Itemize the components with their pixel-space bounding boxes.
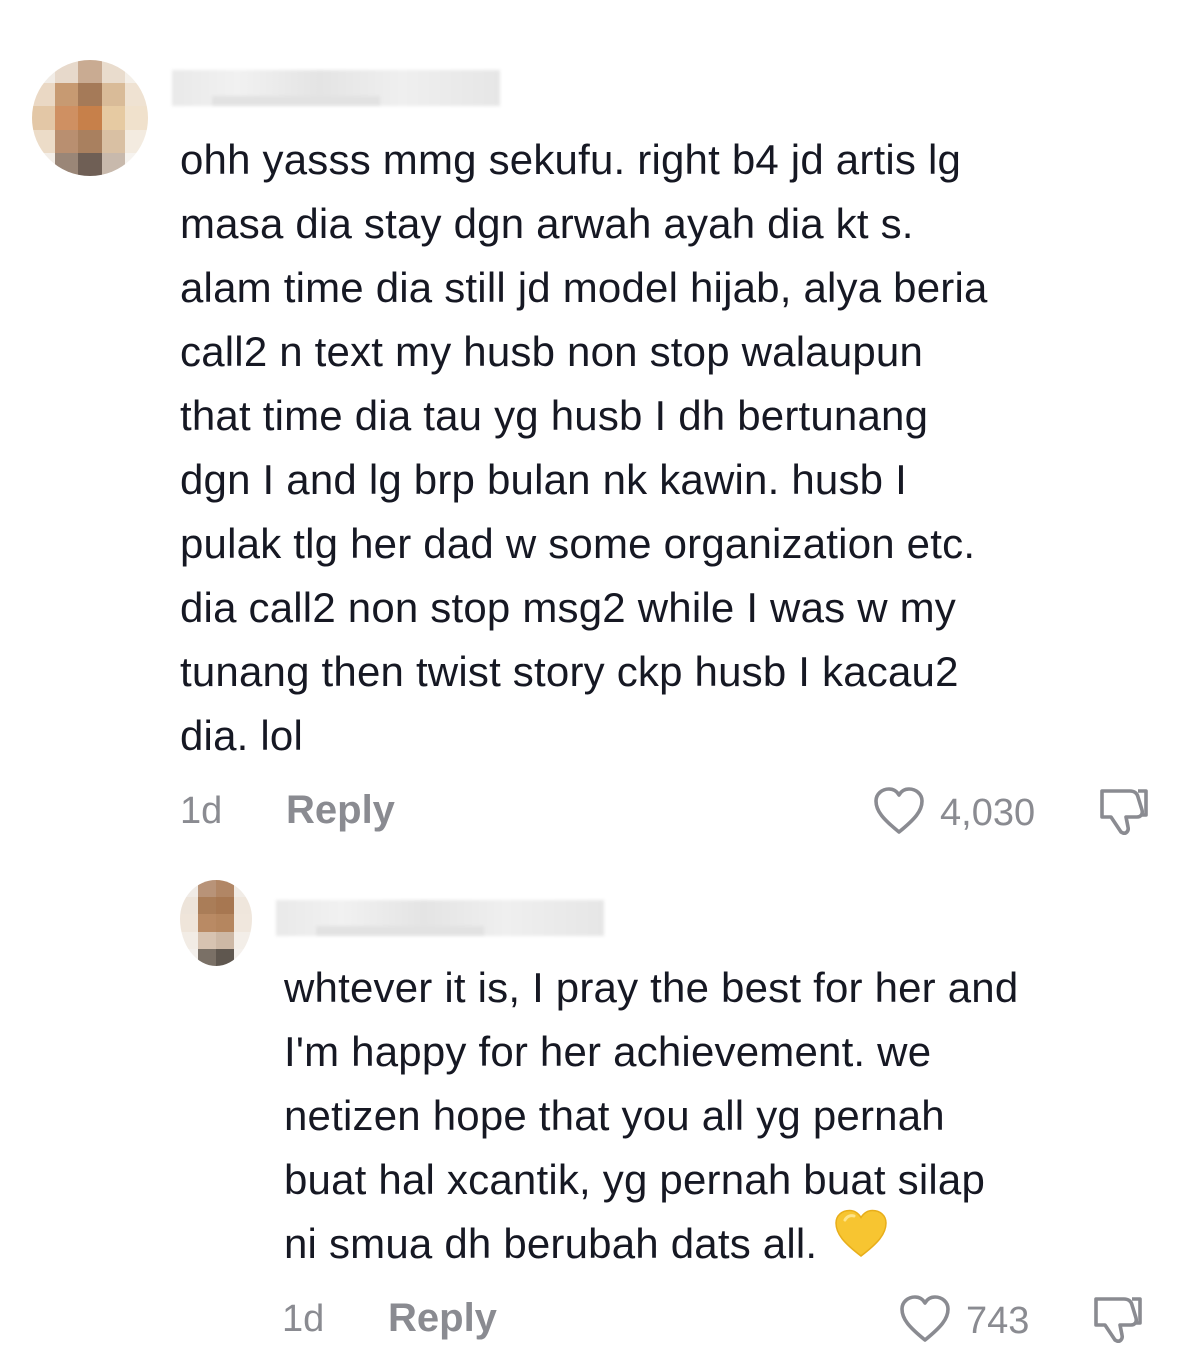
- like-count: 743: [966, 1300, 1030, 1342]
- comment-age: 1d: [282, 1298, 325, 1340]
- comment-text-body: whtever it is, I pray the best for her a…: [284, 964, 1019, 1268]
- dislike-button[interactable]: [1090, 1294, 1146, 1351]
- yellow-heart-emoji: [833, 1208, 889, 1278]
- comment-text: ohh yasss mmg sekufu. right b4 jd artis …: [180, 136, 988, 759]
- dislike-button[interactable]: [1096, 786, 1152, 843]
- like-button[interactable]: 4,030: [872, 786, 1035, 841]
- heart-outline-icon: [898, 1294, 952, 1349]
- reply-button[interactable]: Reply: [286, 788, 395, 833]
- like-button[interactable]: 743: [898, 1294, 1029, 1349]
- reply-button[interactable]: Reply: [388, 1296, 497, 1341]
- avatar[interactable]: [180, 880, 252, 966]
- username[interactable]: [276, 900, 604, 936]
- comment-item: whtever it is, I pray the best for her a…: [0, 860, 1200, 1362]
- heart-outline-icon: [872, 786, 926, 841]
- comment-item: ohh yasss mmg sekufu. right b4 jd artis …: [0, 0, 1200, 860]
- thumbs-down-outline-icon: [1090, 1297, 1146, 1350]
- thumbs-down-outline-icon: [1096, 789, 1152, 842]
- like-count: 4,030: [940, 792, 1036, 834]
- comment-text: whtever it is, I pray the best for her a…: [284, 956, 1184, 1282]
- avatar[interactable]: [32, 60, 148, 176]
- comment-age: 1d: [180, 790, 223, 832]
- username[interactable]: [172, 70, 500, 106]
